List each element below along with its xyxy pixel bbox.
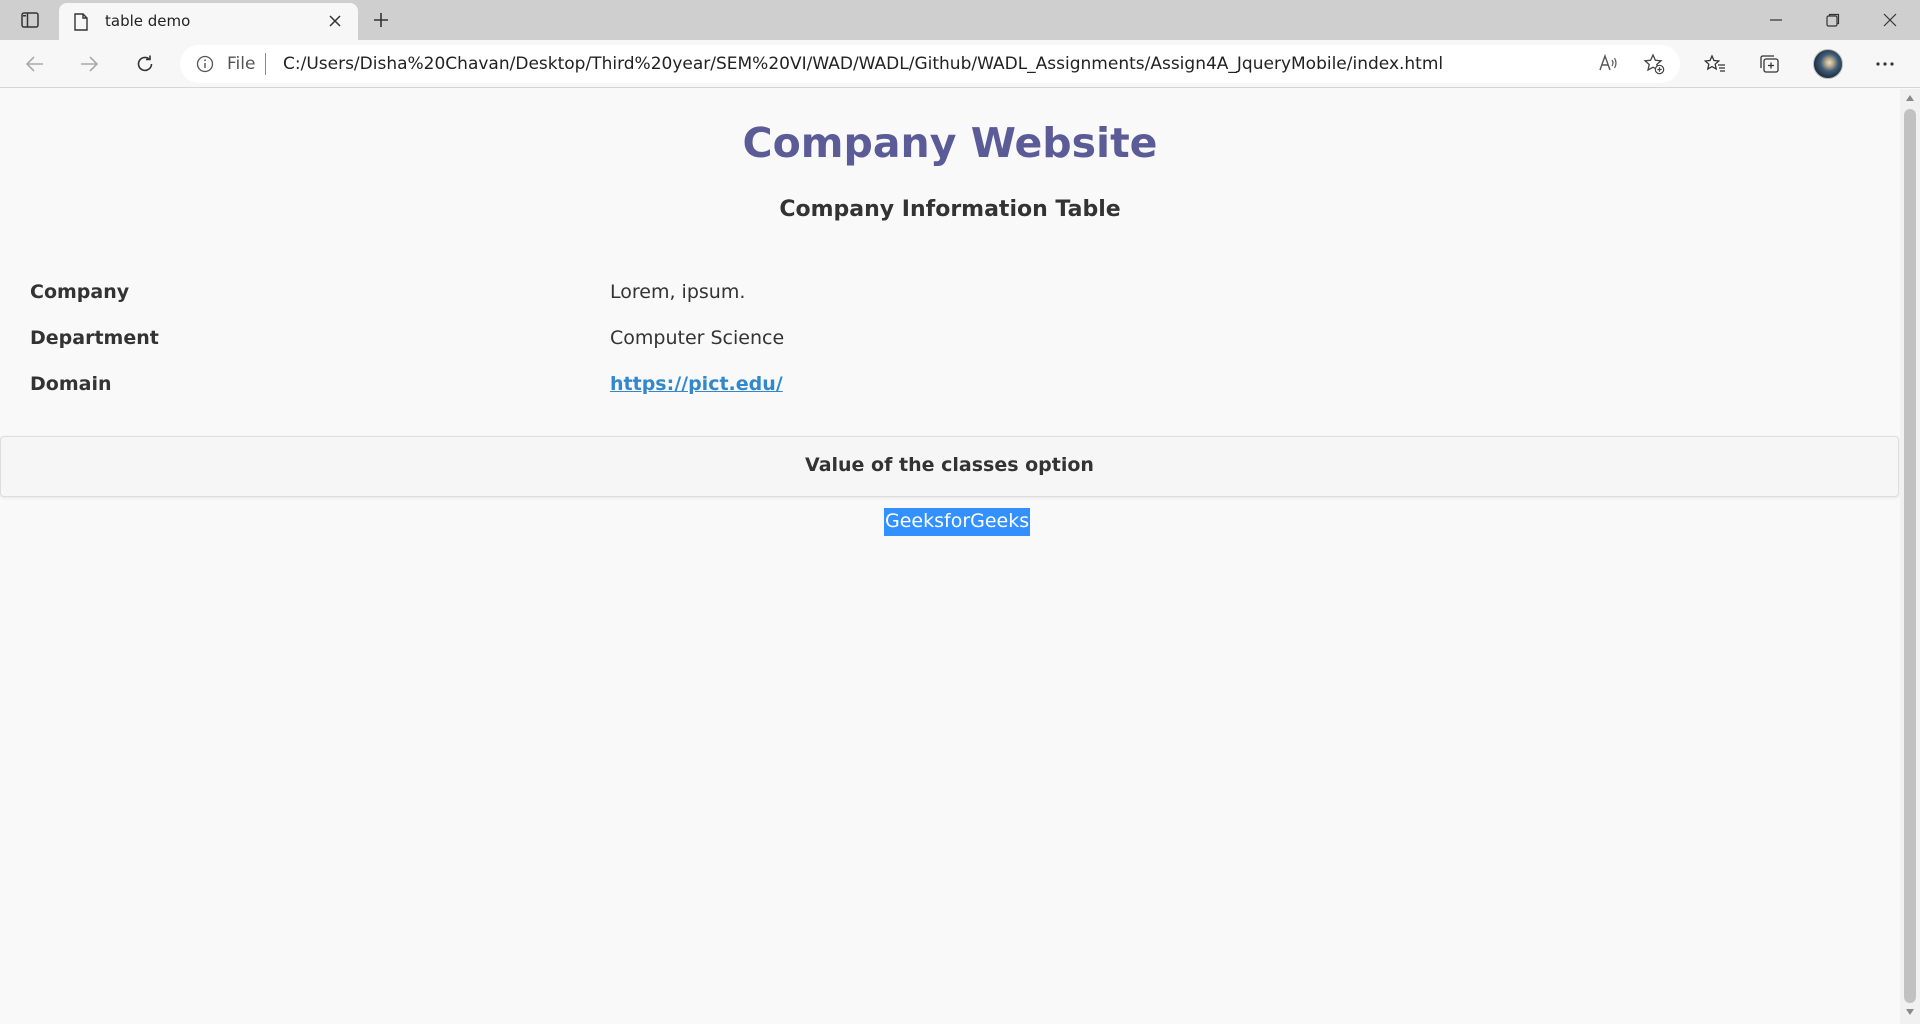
row-label-department: Department	[30, 327, 159, 349]
scroll-up-icon[interactable]	[1906, 95, 1914, 101]
tab-strip: table demo	[0, 0, 1920, 40]
profile-avatar[interactable]	[1813, 49, 1843, 79]
add-favorite-icon[interactable]	[1643, 53, 1665, 79]
plus-icon[interactable]	[369, 8, 393, 32]
read-aloud-icon[interactable]	[1599, 53, 1619, 76]
domain-link[interactable]: https://pict.edu/	[610, 373, 783, 395]
classes-option-title: Value of the classes option	[805, 454, 1094, 476]
selected-text: GeeksforGeeks	[884, 508, 1031, 536]
row-label-company: Company	[30, 281, 130, 303]
row-label-domain: Domain	[30, 373, 112, 395]
more-icon[interactable]	[1871, 50, 1899, 78]
scroll-thumb[interactable]	[1904, 109, 1916, 1003]
tab-active[interactable]: table demo	[59, 3, 358, 40]
page-content: Company Website Company Information Tabl…	[0, 89, 1900, 1024]
tab-title: table demo	[105, 12, 191, 30]
classes-option-bar: Value of the classes option	[0, 436, 1899, 497]
forward-arrow-icon[interactable]	[75, 50, 103, 78]
page-title: Company Website	[742, 119, 1158, 167]
address-bar[interactable]: File C:/Users/Disha%20Chavan/Desktop/Thi…	[180, 45, 1680, 83]
url-scheme: File	[227, 54, 256, 74]
browser-toolbar: File C:/Users/Disha%20Chavan/Desktop/Thi…	[0, 40, 1920, 88]
favorites-icon[interactable]	[1701, 50, 1729, 78]
table-heading: Company Information Table	[779, 197, 1121, 222]
row-value-company: Lorem, ipsum.	[610, 281, 746, 303]
info-icon[interactable]	[196, 55, 214, 77]
close-window-icon[interactable]	[1878, 8, 1902, 32]
sidebar-toggle-icon[interactable]	[14, 8, 46, 32]
minimize-icon[interactable]	[1764, 8, 1788, 32]
collections-icon[interactable]	[1756, 50, 1784, 78]
scroll-down-icon[interactable]	[1906, 1009, 1914, 1015]
restore-icon[interactable]	[1821, 8, 1845, 32]
close-icon[interactable]	[327, 13, 343, 33]
url-text[interactable]: C:/Users/Disha%20Chavan/Desktop/Third%20…	[283, 54, 1443, 74]
refresh-icon[interactable]	[131, 50, 159, 78]
row-value-department: Computer Science	[610, 327, 785, 349]
scheme-divider	[265, 53, 266, 75]
page-icon	[74, 13, 88, 35]
vertical-scrollbar[interactable]	[1900, 89, 1920, 1024]
back-arrow-icon[interactable]	[21, 50, 49, 78]
